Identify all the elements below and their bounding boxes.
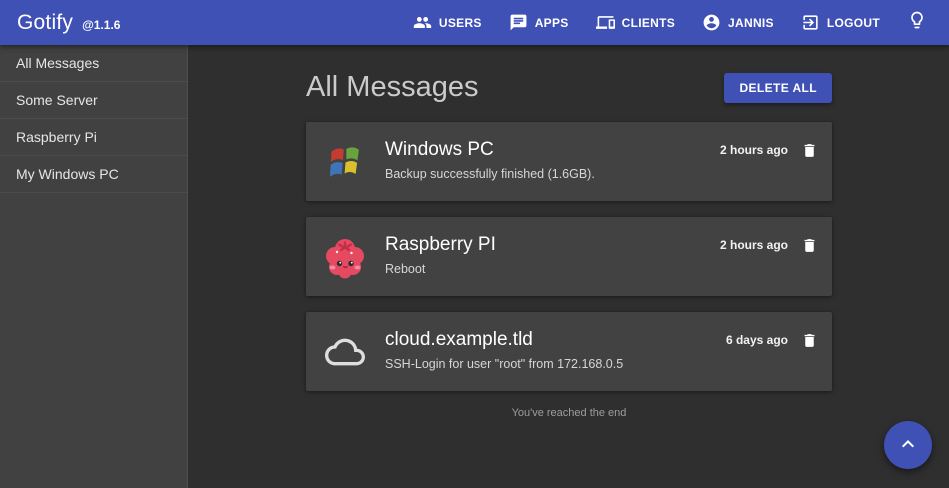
account-circle-icon [702, 13, 721, 32]
app-bar: Gotify @1.1.6 USERS APPS CLIENTS JANNIS [0, 0, 949, 45]
nav-clients[interactable]: CLIENTS [596, 13, 675, 32]
sidebar-item-label: Raspberry Pi [16, 129, 97, 145]
chevron-up-icon [896, 432, 920, 459]
delete-message-button[interactable] [801, 236, 818, 255]
message-title: Windows PC [385, 139, 720, 161]
windows-logo [322, 137, 368, 187]
nav-logout-label: LOGOUT [827, 16, 880, 30]
raspberry-logo [322, 232, 368, 282]
sidebar-item-some-server[interactable]: Some Server [0, 82, 187, 119]
message-timestamp: 2 hours ago [720, 238, 788, 252]
message-timestamp: 2 hours ago [720, 143, 788, 157]
sidebar: All Messages Some Server Raspberry Pi My… [0, 45, 188, 488]
nav-apps[interactable]: APPS [509, 13, 569, 32]
apps-chat-icon [509, 13, 528, 32]
trash-icon [801, 331, 818, 350]
delete-message-button[interactable] [801, 331, 818, 350]
sidebar-item-label: All Messages [16, 55, 99, 71]
lightbulb-icon [907, 10, 927, 35]
delete-all-button[interactable]: DELETE ALL [724, 73, 832, 103]
page-title: All Messages [306, 71, 478, 104]
brand: Gotify @1.1.6 [17, 11, 120, 35]
nav-users[interactable]: USERS [413, 13, 482, 32]
nav-apps-label: APPS [535, 16, 569, 30]
message-card: Windows PC Backup successfully finished … [306, 122, 832, 201]
nav-user-label: JANNIS [728, 16, 774, 30]
sidebar-item-raspberry-pi[interactable]: Raspberry Pi [0, 119, 187, 156]
nav-user-jannis[interactable]: JANNIS [702, 13, 774, 32]
message-list: Windows PC Backup successfully finished … [306, 122, 832, 391]
message-card: Raspberry PI Reboot 2 hours ago [306, 217, 832, 296]
theme-toggle-button[interactable] [907, 10, 927, 35]
brand-title: Gotify [17, 11, 73, 35]
message-body: Reboot [385, 262, 720, 276]
brand-version: @1.1.6 [82, 18, 120, 32]
users-icon [413, 13, 432, 32]
message-body: SSH-Login for user "root" from 172.168.0… [385, 357, 726, 371]
sidebar-item-my-windows-pc[interactable]: My Windows PC [0, 156, 187, 193]
gotify-app: Gotify @1.1.6 USERS APPS CLIENTS JANNIS [0, 0, 949, 488]
main-content: All Messages DELETE ALL [189, 45, 949, 488]
clients-devices-icon [596, 13, 615, 32]
delete-message-button[interactable] [801, 141, 818, 160]
sidebar-item-label: Some Server [16, 92, 98, 108]
message-title: cloud.example.tld [385, 329, 726, 351]
nav-clients-label: CLIENTS [622, 16, 675, 30]
sidebar-item-label: My Windows PC [16, 166, 119, 182]
sidebar-item-all-messages[interactable]: All Messages [0, 45, 187, 82]
message-body: Backup successfully finished (1.6GB). [385, 167, 720, 181]
scroll-to-top-button[interactable] [884, 421, 932, 469]
logout-icon [801, 13, 820, 32]
message-timestamp: 6 days ago [726, 333, 788, 347]
message-card: cloud.example.tld SSH-Login for user "ro… [306, 312, 832, 391]
cloud-logo [322, 327, 368, 377]
nav-logout[interactable]: LOGOUT [801, 13, 880, 32]
trash-icon [801, 236, 818, 255]
message-title: Raspberry PI [385, 234, 720, 256]
nav-users-label: USERS [439, 16, 482, 30]
trash-icon [801, 141, 818, 160]
end-of-list-text: You've reached the end [306, 407, 832, 419]
top-nav: USERS APPS CLIENTS JANNIS LOGOUT [386, 10, 927, 35]
